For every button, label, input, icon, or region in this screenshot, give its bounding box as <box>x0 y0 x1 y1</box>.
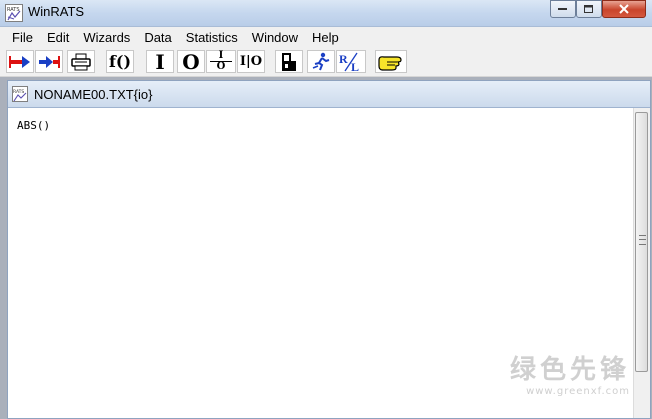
vertical-scrollbar[interactable] <box>633 108 650 418</box>
menu-wizards[interactable]: Wizards <box>76 30 137 45</box>
pointing-hand-icon <box>378 55 402 71</box>
menu-data[interactable]: Data <box>137 30 178 45</box>
window-title: WinRATS <box>28 4 85 19</box>
editor-text[interactable]: ABS() <box>17 119 50 132</box>
blue-arrow-right-icon <box>39 55 60 68</box>
document-title: NONAME00.TXT{io} <box>34 87 153 102</box>
function-button-label: f() <box>108 52 132 71</box>
document-icon[interactable]: RATS <box>12 86 28 102</box>
running-figure-icon <box>312 52 330 70</box>
menu-edit[interactable]: Edit <box>40 30 76 45</box>
scrollbar-thumb[interactable] <box>635 112 648 372</box>
lock-icon <box>282 52 296 71</box>
output-button[interactable]: O <box>177 49 205 74</box>
io-fraction-button[interactable]: I O <box>206 50 236 73</box>
input-button-label: I <box>155 49 165 74</box>
print-button[interactable] <box>67 50 95 73</box>
menu-statistics[interactable]: Statistics <box>179 30 245 45</box>
maximize-button[interactable] <box>576 0 602 18</box>
io-button-label: I|O <box>239 54 263 69</box>
printer-icon <box>71 53 91 70</box>
watermark-chinese: 绿色先锋 <box>509 355 630 385</box>
rl-l-glyph: L <box>351 60 359 73</box>
svg-text:RATS: RATS <box>7 7 20 13</box>
menu-window[interactable]: Window <box>245 30 305 45</box>
help-button[interactable] <box>375 50 407 73</box>
red-arrow-right-icon <box>9 55 30 68</box>
rl-icon: R L <box>339 52 359 73</box>
io-fraction-top: I <box>218 50 224 61</box>
io-button[interactable]: I|O <box>237 50 265 73</box>
winrats-app-icon[interactable]: RATS <box>5 4 23 22</box>
run-forward-button[interactable] <box>6 50 34 73</box>
watermark: 绿色先锋 www.greenxf.com <box>510 349 630 397</box>
rl-button[interactable]: R L <box>336 50 366 73</box>
menu-bar: File Edit Wizards Data Statistics Window… <box>0 27 652 48</box>
output-button-label: O <box>182 49 200 74</box>
svg-text:RATS: RATS <box>13 89 24 95</box>
rl-r-glyph: R <box>339 52 348 66</box>
lock-button[interactable] <box>275 50 303 73</box>
io-fraction-bottom: O <box>216 61 226 72</box>
menu-file[interactable]: File <box>0 30 40 45</box>
menu-help[interactable]: Help <box>305 30 346 45</box>
minimize-button[interactable] <box>550 0 576 18</box>
document-title-bar[interactable]: RATS NONAME00.TXT{io} <box>8 81 650 108</box>
title-bar[interactable]: RATS WinRATS <box>0 0 652 27</box>
input-button[interactable]: I <box>146 49 174 74</box>
toolbar: f() I O I O I|O R L <box>0 48 652 77</box>
run-back-button[interactable] <box>35 50 63 73</box>
function-button[interactable]: f() <box>106 50 134 73</box>
scroll-grip-icon <box>639 235 646 245</box>
watermark-url: www.greenxf.com <box>526 386 630 397</box>
close-button[interactable] <box>602 0 646 18</box>
wizard-button[interactable] <box>307 50 335 73</box>
